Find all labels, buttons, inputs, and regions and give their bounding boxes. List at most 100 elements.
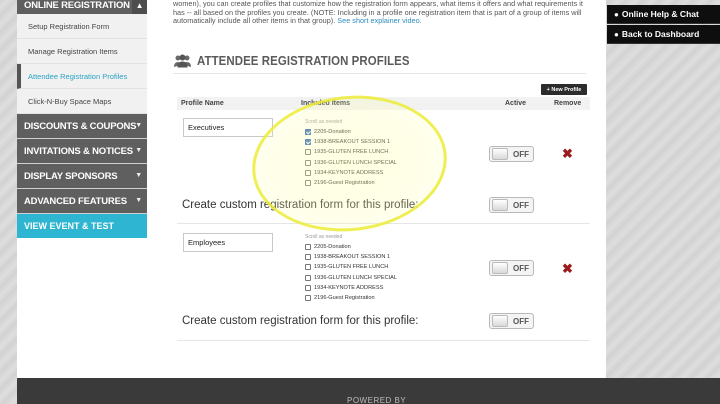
sidebar-item-manage-registration-items[interactable]: Manage Registration Items: [17, 39, 147, 64]
item-label: 1938-BREAKOUT SESSION 1: [314, 254, 391, 261]
checkbox[interactable]: [305, 284, 311, 291]
toggle-label: OFF: [513, 200, 529, 210]
item-label: 1938-BREAKOUT SESSION 1: [314, 139, 391, 146]
custom-form-label: Create custom registration form for this…: [182, 199, 419, 211]
sidebar-section-label: DISPLAY SPONSORS: [24, 170, 118, 182]
item-label: 2196-Guest Registration: [314, 180, 375, 187]
item-label: 1934-KEYNOTE ADDRESS: [314, 169, 384, 176]
sidebar-section-advanced-features[interactable]: ADVANCED FEATURES ▼: [17, 189, 147, 213]
powered-by-text: POWERED BY: [347, 396, 407, 404]
column-header-included-items: Included Items: [301, 100, 351, 107]
checkbox[interactable]: [305, 139, 311, 146]
caret-down-icon: ▼: [135, 172, 142, 179]
sidebar-item-label: Attendee Registration Profiles: [28, 71, 128, 81]
column-header-active: Active: [505, 100, 527, 107]
remove-icon[interactable]: ✖: [562, 262, 573, 275]
item-label: 1935-GLUTEN FREE LUNCH: [314, 264, 389, 271]
users-icon: [174, 54, 191, 67]
custom-form-toggle[interactable]: OFF: [489, 313, 534, 329]
list-item[interactable]: 2205-Donation: [305, 242, 445, 252]
footer: POWERED BY: [17, 378, 720, 404]
item-label: 2196-Guest Registration: [314, 295, 375, 302]
list-item[interactable]: 1935-GLUTEN FREE LUNCH: [305, 147, 445, 157]
online-help-button[interactable]: ● Online Help & Chat: [607, 5, 720, 24]
divider: [173, 73, 586, 74]
caret-down-icon: ▼: [135, 122, 142, 129]
caret-down-icon: ▼: [135, 147, 142, 154]
active-toggle[interactable]: OFF: [489, 260, 534, 276]
toggle-knob: [492, 262, 508, 274]
list-item[interactable]: 1938-BREAKOUT SESSION 1: [305, 137, 445, 147]
sidebar-section-display-sponsors[interactable]: DISPLAY SPONSORS ▼: [17, 164, 147, 188]
checkbox[interactable]: [305, 264, 311, 271]
toggle-knob: [492, 199, 508, 211]
checkbox[interactable]: [305, 169, 311, 176]
checkbox[interactable]: [305, 129, 311, 136]
item-label: 2205-Donation: [314, 129, 351, 136]
checkbox[interactable]: [305, 254, 311, 261]
back-to-dashboard-button[interactable]: ● Back to Dashboard: [607, 25, 720, 44]
back-to-dashboard-label: Back to Dashboard: [621, 29, 700, 39]
explainer-video-link[interactable]: See short explainer video.: [337, 16, 421, 26]
checkbox[interactable]: [305, 159, 311, 166]
profile-row: Employees Scroll as needed 2205-Donation…: [177, 228, 590, 343]
toggle-knob: [492, 148, 508, 160]
view-event-button[interactable]: VIEW EVENT & TEST: [17, 214, 147, 238]
list-item[interactable]: 2196-Guest Registration: [305, 178, 445, 188]
included-items-list[interactable]: Scroll as needed 2205-Donation 1938-BREA…: [305, 234, 445, 303]
toggle-label: OFF: [513, 263, 529, 273]
item-label: 1934-KEYNOTE ADDRESS: [314, 284, 384, 291]
list-item[interactable]: 2205-Donation: [305, 127, 445, 137]
sidebar: ONLINE REGISTRATION ▲ Setup Registration…: [17, 0, 147, 238]
scroll-hint: Scroll as needed: [305, 234, 343, 240]
sidebar-section-discounts-coupons[interactable]: DISCOUNTS & COUPONS ▼: [17, 114, 147, 138]
sidebar-section-invitations-notices[interactable]: INVITATIONS & NOTICES ▼: [17, 139, 147, 163]
custom-form-toggle[interactable]: OFF: [489, 197, 534, 213]
sidebar-item-label: Click-N-Buy Space Maps: [28, 96, 112, 106]
sidebar-section-label: ONLINE REGISTRATION: [24, 0, 130, 11]
bullet-icon: ●: [614, 9, 619, 19]
profile-name-input[interactable]: Employees: [183, 233, 273, 252]
section-heading: ATTENDEE REGISTRATION PROFILES: [173, 53, 439, 68]
list-item[interactable]: 1936-GLUTEN LUNCH SPECIAL: [305, 273, 445, 283]
new-profile-button[interactable]: + New Profile: [541, 84, 587, 95]
custom-form-label: Create custom registration form for this…: [182, 315, 419, 327]
profile-row: Executives Scroll as needed 2205-Donatio…: [177, 113, 590, 224]
list-item[interactable]: 2196-Guest Registration: [305, 293, 445, 303]
list-item[interactable]: 1934-KEYNOTE ADDRESS: [305, 168, 445, 178]
remove-icon[interactable]: ✖: [562, 147, 573, 160]
sidebar-item-setup-registration-form[interactable]: Setup Registration Form: [17, 14, 147, 39]
toggle-label: OFF: [513, 149, 529, 159]
sidebar-item-label: Manage Registration Items: [28, 46, 118, 56]
list-item[interactable]: 1938-BREAKOUT SESSION 1: [305, 252, 445, 262]
list-item[interactable]: 1936-GLUTEN LUNCH SPECIAL: [305, 158, 445, 168]
item-label: 1936-GLUTEN LUNCH SPECIAL: [314, 274, 398, 281]
checkbox[interactable]: [305, 295, 311, 302]
divider: [177, 340, 590, 341]
sidebar-section-label: DISCOUNTS & COUPONS: [24, 120, 137, 132]
column-header-profile-name: Profile Name: [181, 100, 224, 107]
divider: [177, 223, 590, 224]
checkbox[interactable]: [305, 274, 311, 281]
profile-name-input[interactable]: Executives: [183, 118, 273, 137]
sidebar-item-label: Setup Registration Form: [28, 21, 110, 31]
scroll-hint: Scroll as needed: [305, 119, 343, 125]
checkbox[interactable]: [305, 180, 311, 187]
included-items-list[interactable]: Scroll as needed 2205-Donation 1938-BREA…: [305, 119, 445, 188]
caret-down-icon: ▼: [135, 197, 142, 204]
active-toggle[interactable]: OFF: [489, 146, 534, 162]
list-item[interactable]: 1934-KEYNOTE ADDRESS: [305, 283, 445, 293]
sidebar-section-online-registration[interactable]: ONLINE REGISTRATION ▲: [17, 0, 147, 14]
checkbox[interactable]: [305, 244, 311, 251]
item-label: 1936-GLUTEN LUNCH SPECIAL: [314, 159, 398, 166]
sidebar-section-label: INVITATIONS & NOTICES: [24, 145, 133, 157]
view-event-label: VIEW EVENT & TEST: [24, 221, 115, 231]
sidebar-section-label: ADVANCED FEATURES: [24, 195, 127, 207]
sidebar-item-attendee-registration-profiles[interactable]: Attendee Registration Profiles: [17, 64, 147, 89]
checkbox[interactable]: [305, 149, 311, 156]
item-label: 1935-GLUTEN FREE LUNCH: [314, 149, 389, 156]
column-header-remove: Remove: [554, 100, 582, 107]
sidebar-item-click-n-buy-space-maps[interactable]: Click-N-Buy Space Maps: [17, 89, 147, 114]
list-item[interactable]: 1935-GLUTEN FREE LUNCH: [305, 262, 445, 272]
chevron-up-icon[interactable]: ▲: [132, 0, 147, 14]
